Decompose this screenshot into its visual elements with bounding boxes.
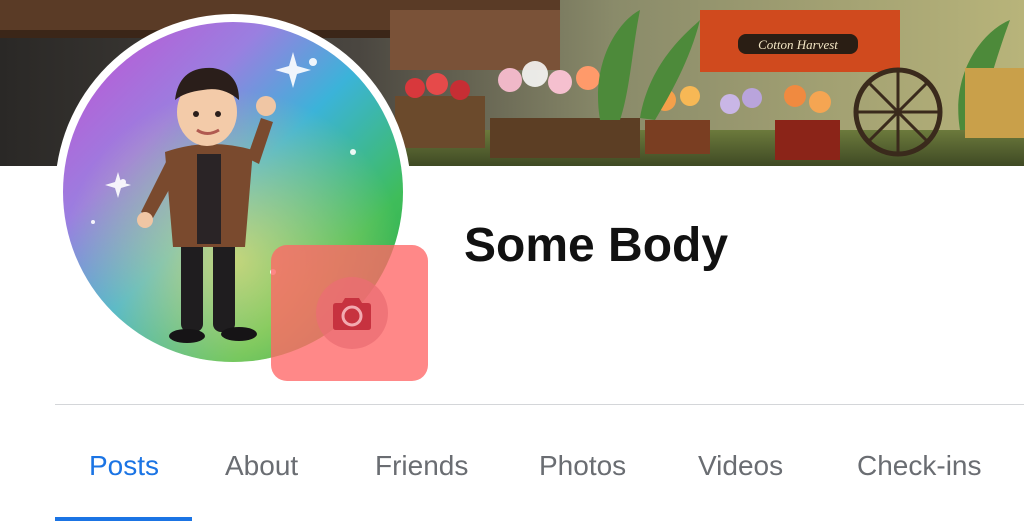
camera-button-circle[interactable] — [316, 277, 388, 349]
camera-icon — [333, 298, 371, 330]
tab-photos[interactable]: Photos — [539, 450, 626, 482]
active-tab-indicator — [55, 517, 192, 521]
change-profile-photo-button[interactable] — [271, 245, 428, 381]
divider — [55, 404, 1024, 405]
shop-sign-text: Cotton Harvest — [758, 37, 838, 52]
tab-about[interactable]: About — [225, 450, 298, 482]
tab-check-ins[interactable]: Check-ins — [857, 450, 981, 482]
profile-name: Some Body — [464, 219, 729, 272]
tab-posts[interactable]: Posts — [89, 450, 159, 482]
tab-videos[interactable]: Videos — [698, 450, 783, 482]
profile-tabs: Posts About Friends Photos Videos Check-… — [0, 440, 1024, 522]
tab-friends[interactable]: Friends — [375, 450, 468, 482]
